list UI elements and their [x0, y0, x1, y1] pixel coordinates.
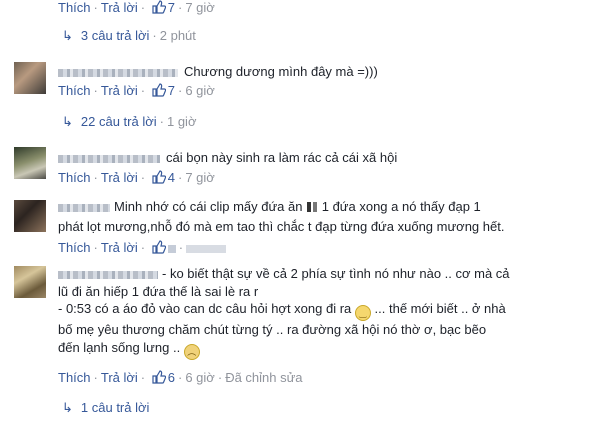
author-name[interactable]: [58, 203, 110, 212]
avatar[interactable]: [14, 62, 46, 94]
reply-link[interactable]: Trả lời: [101, 170, 138, 185]
comment-actions-4: Thích · Trả lời · 6 · 6 giờ · Đã chỉnh sửa: [58, 370, 303, 385]
like-count[interactable]: 6: [168, 370, 175, 385]
reply-link[interactable]: Trả lời: [101, 83, 138, 98]
author-name[interactable]: [58, 270, 158, 279]
like-link[interactable]: Thích: [58, 0, 91, 15]
thumbs-up-icon: [152, 170, 166, 184]
comment-3: Minh nhớ có cái clip mấy đứa ăn 1 đứa xo…: [58, 198, 504, 235]
replies-link-2[interactable]: ↳ 1 câu trả lời: [62, 400, 600, 416]
timestamp: 7 giờ: [185, 0, 215, 15]
replies-link-0[interactable]: ↳ 3 câu trả lời · 2 phút: [62, 28, 600, 44]
comment-actions-1: Thích · Trả lời · 7 · 6 giờ: [58, 83, 215, 98]
redaction-block: [313, 202, 318, 212]
comment-text-line1b: 1 đứa xong a nó thấy đạp 1: [321, 199, 481, 214]
reply-link[interactable]: Trả lời: [101, 240, 138, 255]
like-count[interactable]: 4: [168, 170, 175, 185]
author-name[interactable]: [58, 68, 178, 77]
thumbs-up-icon: [152, 83, 166, 97]
timestamp: 6 giờ: [185, 83, 215, 98]
like-link[interactable]: Thích: [58, 240, 91, 255]
like-count[interactable]: 7: [168, 0, 175, 15]
avatar[interactable]: [14, 147, 46, 179]
comment-1: Chương dương mình đây mà =))): [58, 63, 378, 80]
comment-actions-2: Thích · Trả lời · 4 · 7 giờ: [58, 170, 215, 185]
comment-text-line2: phát lọt mương,nhỗ đó mà em tao thì chắc…: [58, 219, 505, 234]
thumbs-up-icon: [152, 370, 166, 384]
reply-arrow-icon: ↳: [62, 400, 73, 415]
edited-label[interactable]: Đã chỉnh sửa: [225, 370, 302, 385]
like-link[interactable]: Thích: [58, 370, 91, 385]
comment-actions-3: Thích · Trả lời · ·: [58, 240, 600, 255]
sad-emoji-icon: ︵: [183, 343, 200, 360]
replies-link-1[interactable]: ↳ 22 câu trả lời · 1 giờ: [62, 114, 600, 130]
avatar[interactable]: [14, 266, 46, 298]
comment-text-line5: đến lạnh sống lưng ..: [58, 339, 181, 355]
comment-actions-0: Thích · Trả lời · 7 · 7 giờ: [58, 0, 215, 15]
reply-link[interactable]: Trả lời: [101, 370, 138, 385]
like-count[interactable]: [167, 244, 176, 253]
comment-text-line4: bố mẹ yêu thương chăm chút từng tý .. ra…: [58, 322, 487, 337]
thumbs-up-icon: [152, 240, 166, 254]
smile-emoji-icon: ‿: [354, 305, 371, 321]
comment-text-line2: lũ đi ăn hiếp 1 đứa thế là sai lè ra r: [58, 283, 259, 299]
comment-4: - ko biết thật sự về cả 2 phía sự tình n…: [58, 265, 510, 360]
author-name[interactable]: [58, 154, 160, 163]
like-count[interactable]: 7: [168, 83, 175, 98]
comment-2: cái bọn này sinh ra làm rác cả cái xã hộ…: [58, 149, 397, 166]
comment-text: cái bọn này sinh ra làm rác cả cái xã hộ…: [166, 150, 398, 165]
reply-arrow-icon: ↳: [62, 114, 73, 129]
comment-text-line1: - ko biết thật sự về cả 2 phía sự tình n…: [162, 266, 510, 281]
comment-text: Chương dương mình đây mà =))): [184, 64, 378, 79]
timestamp: 7 giờ: [185, 170, 215, 185]
redaction-block: [307, 202, 312, 212]
comment-text-line3a: - 0:53 có a áo đỏ vào can dc câu hỏi hợt…: [58, 301, 352, 316]
timestamp: [186, 244, 227, 253]
like-link[interactable]: Thích: [58, 83, 91, 98]
comment-text-line1a: Minh nhớ có cái clip mấy đứa ăn: [114, 199, 303, 214]
comment-text-line3b: ... thế mới biết .. ở nhà: [374, 301, 506, 316]
like-link[interactable]: Thích: [58, 170, 91, 185]
reply-arrow-icon: ↳: [62, 28, 73, 43]
timestamp: 6 giờ: [185, 370, 215, 385]
reply-link[interactable]: Trả lời: [101, 0, 138, 15]
thumbs-up-icon: [152, 0, 166, 14]
avatar[interactable]: [14, 200, 46, 232]
